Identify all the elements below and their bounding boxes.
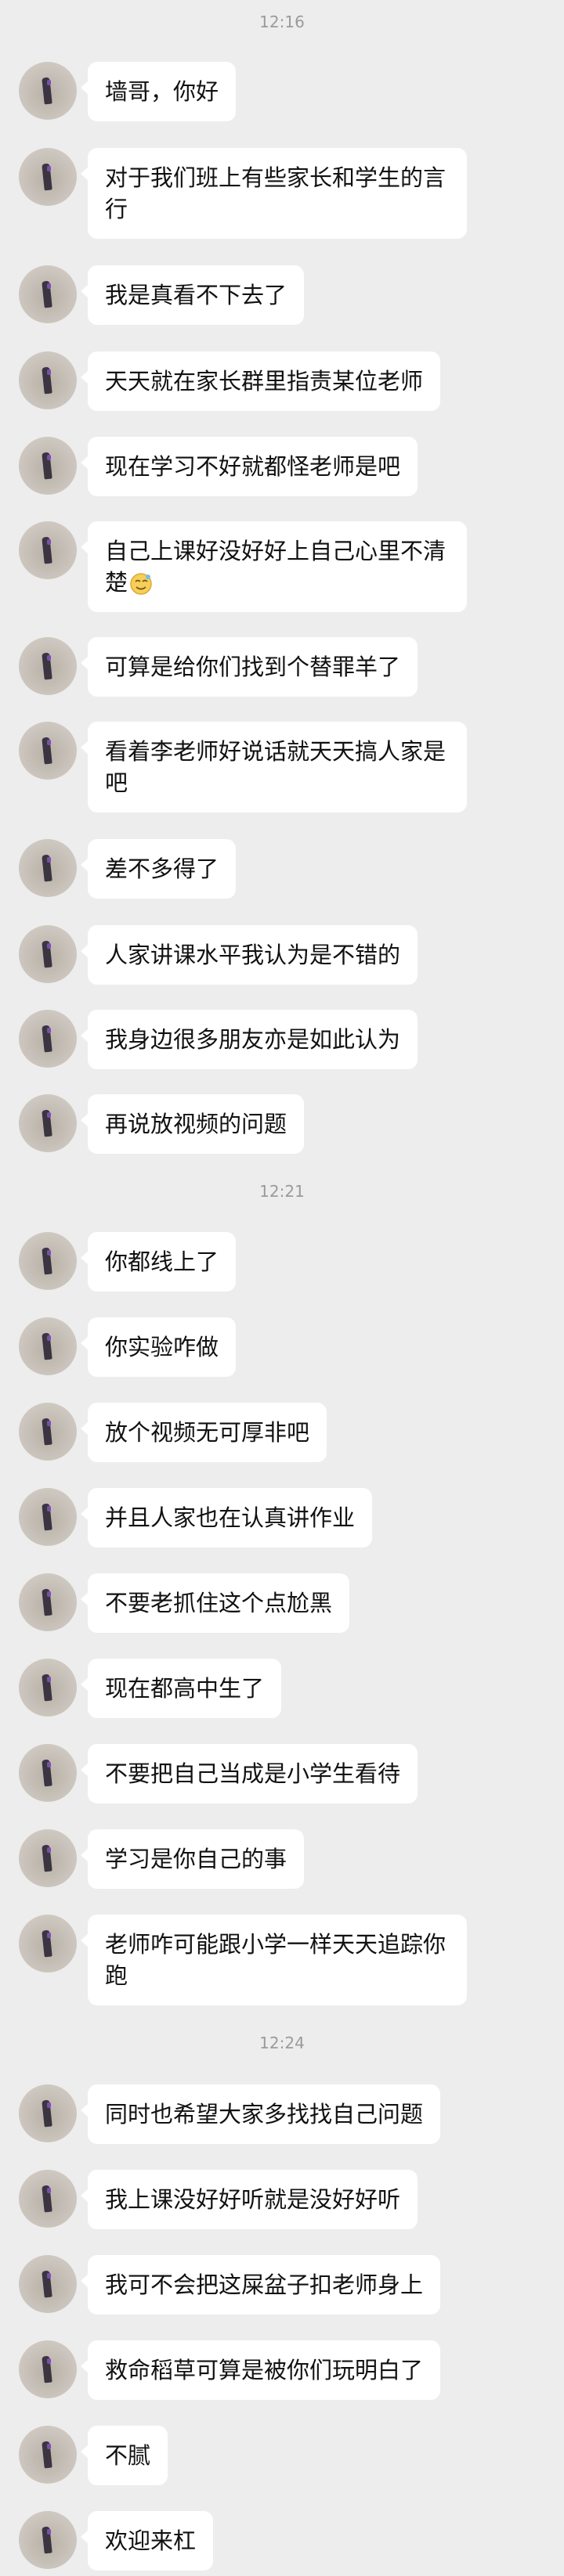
avatar[interactable] bbox=[19, 1094, 77, 1152]
avatar[interactable] bbox=[19, 2084, 77, 2142]
avatar[interactable] bbox=[19, 1010, 77, 1068]
message-bubble[interactable]: 可算是给你们找到个替罪羊了 bbox=[80, 637, 418, 697]
message-text: 我身边很多朋友亦是如此认为 bbox=[105, 1026, 401, 1053]
message-bubble[interactable]: 并且人家也在认真讲作业 bbox=[80, 1488, 373, 1547]
message-text: 不要老抓住这个点尬黑 bbox=[105, 1590, 333, 1616]
message-text: 你都线上了 bbox=[105, 1248, 219, 1275]
message-text: 我是真看不下去了 bbox=[105, 282, 287, 308]
message-bubble[interactable]: 同时也希望大家多找找自己问题 bbox=[80, 2084, 441, 2144]
avatar[interactable] bbox=[19, 62, 77, 120]
timestamp: 12:16 bbox=[259, 13, 305, 31]
message-text: 救命稻草可算是被你们玩明白了 bbox=[105, 2357, 424, 2383]
message-text: 并且人家也在认真讲作业 bbox=[105, 1504, 356, 1531]
timestamp: 12:21 bbox=[259, 1182, 305, 1201]
message-text: 人家讲课水平我认为是不错的 bbox=[105, 942, 401, 968]
avatar[interactable] bbox=[19, 437, 77, 495]
avatar[interactable] bbox=[19, 2511, 77, 2569]
message-bubble[interactable]: 现在学习不好就都怪老师是吧 bbox=[80, 437, 418, 496]
message-text: 不要把自己当成是小学生看待 bbox=[105, 1760, 401, 1787]
avatar[interactable] bbox=[19, 265, 77, 323]
avatar[interactable] bbox=[19, 925, 77, 983]
message-bubble[interactable]: 老师咋可能跟小学一样天天追踪你跑 bbox=[81, 1915, 467, 2005]
message-text: 看着李老师好说话就天天搞人家是吧 bbox=[105, 738, 446, 796]
avatar[interactable] bbox=[19, 2426, 77, 2484]
message-bubble[interactable]: 差不多得了 bbox=[80, 839, 237, 899]
message-bubble[interactable]: 我上课没好好听就是没好好听 bbox=[80, 2170, 418, 2229]
message-text: 我可不会把这屎盆子扣老师身上 bbox=[105, 2272, 424, 2298]
message-bubble[interactable]: 看着李老师好说话就天天搞人家是吧 bbox=[81, 722, 467, 812]
message-bubble[interactable]: 不腻 bbox=[80, 2426, 168, 2485]
avatar[interactable] bbox=[19, 1317, 77, 1375]
avatar[interactable] bbox=[19, 2170, 77, 2228]
message-text: 现在都高中生了 bbox=[105, 1675, 265, 1702]
message-bubble[interactable]: 不要把自己当成是小学生看待 bbox=[80, 1744, 418, 1803]
message-bubble[interactable]: 现在都高中生了 bbox=[80, 1659, 282, 1718]
message-text: 墙哥，你好 bbox=[105, 78, 219, 105]
avatar[interactable] bbox=[19, 839, 77, 897]
face-emoji-icon bbox=[130, 573, 152, 595]
message-text: 不腻 bbox=[105, 2442, 151, 2469]
avatar[interactable] bbox=[19, 351, 77, 409]
message-bubble[interactable]: 你实验咋做 bbox=[80, 1317, 237, 1377]
message-bubble[interactable]: 对于我们班上有些家长和学生的言行 bbox=[81, 148, 467, 239]
message-text: 再说放视频的问题 bbox=[105, 1111, 287, 1137]
message-text: 天天就在家长群里指责某位老师 bbox=[105, 368, 424, 395]
avatar[interactable] bbox=[19, 1488, 77, 1546]
avatar[interactable] bbox=[19, 1829, 77, 1887]
avatar[interactable] bbox=[19, 1573, 77, 1631]
message-text: 对于我们班上有些家长和学生的言行 bbox=[105, 164, 446, 222]
message-bubble[interactable]: 自己上课好没好好上自己心里不清楚 bbox=[81, 521, 467, 612]
message-text: 学习是你自己的事 bbox=[105, 1846, 287, 1872]
message-text: 你实验咋做 bbox=[105, 1334, 219, 1360]
message-bubble[interactable]: 学习是你自己的事 bbox=[80, 1829, 305, 1889]
chat-view: 12:16 墙哥，你好 对于我们班上有些家长和学生的言行 我是真看不下去了 天天… bbox=[0, 0, 564, 2576]
message-text: 可算是给你们找到个替罪羊了 bbox=[105, 654, 401, 680]
message-bubble[interactable]: 你都线上了 bbox=[80, 1232, 237, 1292]
avatar[interactable] bbox=[19, 1232, 77, 1290]
message-bubble[interactable]: 我是真看不下去了 bbox=[80, 265, 305, 325]
message-bubble[interactable]: 放个视频无可厚非吧 bbox=[80, 1403, 327, 1462]
message-text: 欢迎来杠 bbox=[105, 2527, 197, 2554]
avatar[interactable] bbox=[19, 1659, 77, 1717]
message-bubble[interactable]: 救命稻草可算是被你们玩明白了 bbox=[80, 2340, 441, 2400]
message-bubble[interactable]: 天天就在家长群里指责某位老师 bbox=[80, 351, 441, 411]
message-text: 放个视频无可厚非吧 bbox=[105, 1419, 310, 1446]
message-text: 差不多得了 bbox=[105, 856, 219, 882]
avatar[interactable] bbox=[19, 1744, 77, 1802]
message-text: 老师咋可能跟小学一样天天追踪你跑 bbox=[105, 1931, 446, 1989]
message-bubble[interactable]: 不要老抓住这个点尬黑 bbox=[80, 1573, 350, 1633]
avatar[interactable] bbox=[19, 1915, 77, 1973]
avatar[interactable] bbox=[19, 2340, 77, 2398]
message-text: 我上课没好好听就是没好好听 bbox=[105, 2186, 401, 2213]
avatar[interactable] bbox=[19, 637, 77, 695]
message-bubble[interactable]: 人家讲课水平我认为是不错的 bbox=[80, 925, 418, 985]
message-text: 现在学习不好就都怪老师是吧 bbox=[105, 453, 401, 480]
message-text: 同时也希望大家多找找自己问题 bbox=[105, 2101, 424, 2127]
message-bubble[interactable]: 欢迎来杠 bbox=[80, 2511, 214, 2571]
avatar[interactable] bbox=[19, 2255, 77, 2313]
message-bubble[interactable]: 我身边很多朋友亦是如此认为 bbox=[80, 1010, 418, 1069]
message-bubble[interactable]: 墙哥，你好 bbox=[80, 62, 237, 121]
message-text: 自己上课好没好好上自己心里不清楚 bbox=[105, 538, 446, 596]
avatar[interactable] bbox=[19, 722, 77, 780]
message-bubble[interactable]: 我可不会把这屎盆子扣老师身上 bbox=[80, 2255, 441, 2315]
message-bubble[interactable]: 再说放视频的问题 bbox=[80, 1094, 305, 1154]
avatar[interactable] bbox=[19, 521, 77, 579]
timestamp: 12:24 bbox=[259, 2034, 305, 2052]
avatar[interactable] bbox=[19, 148, 77, 206]
avatar[interactable] bbox=[19, 1403, 77, 1461]
